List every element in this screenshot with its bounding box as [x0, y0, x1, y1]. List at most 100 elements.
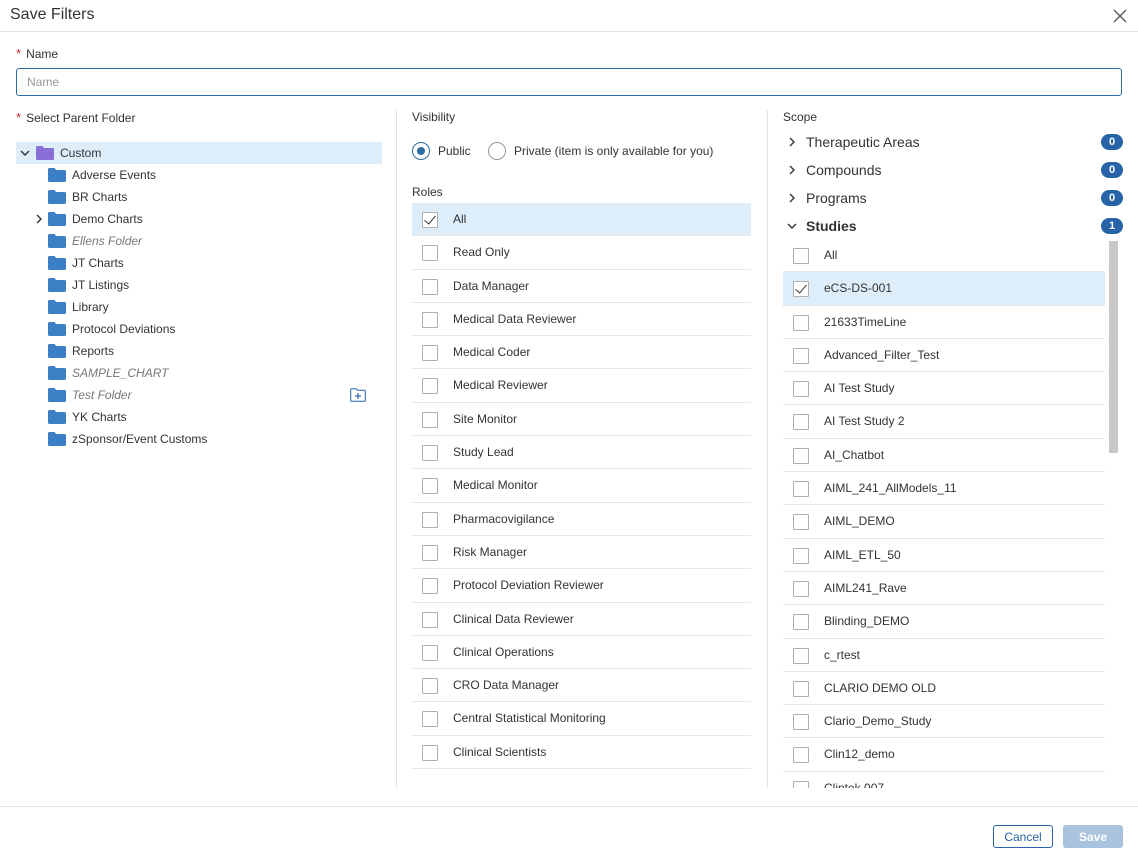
role-checkbox[interactable] — [422, 544, 438, 561]
folder-item[interactable]: BR Charts — [16, 186, 382, 208]
role-checkbox[interactable] — [422, 378, 438, 395]
folder-item[interactable]: Test Folder — [16, 384, 382, 406]
folder-item[interactable]: Protocol Deviations — [16, 318, 382, 340]
studies-scrollbar[interactable] — [1109, 241, 1118, 453]
study-item[interactable]: Advanced_Filter_Test — [783, 339, 1105, 373]
study-checkbox[interactable] — [793, 347, 809, 364]
visibility-public-radio[interactable]: Public — [412, 142, 471, 160]
scope-category-programs[interactable]: Programs 0 — [783, 184, 1123, 212]
folder-item[interactable]: Ellens Folder — [16, 230, 382, 252]
chevron-down-icon[interactable] — [787, 221, 797, 231]
role-item[interactable]: Medical Reviewer — [412, 369, 751, 403]
role-item[interactable]: All — [412, 203, 751, 237]
study-item[interactable]: AIML_ETL_50 — [783, 539, 1105, 572]
role-item[interactable]: CRO Data Manager — [412, 669, 751, 703]
folder-item[interactable]: Reports — [16, 340, 382, 362]
role-checkbox[interactable] — [422, 711, 438, 728]
study-item[interactable]: Clario_Demo_Study — [783, 705, 1105, 739]
study-checkbox[interactable] — [793, 580, 809, 597]
chevron-right-icon[interactable] — [34, 214, 44, 224]
role-item[interactable]: Medical Coder — [412, 336, 751, 370]
study-item[interactable]: CLARIO DEMO OLD — [783, 672, 1105, 706]
study-checkbox[interactable] — [793, 447, 809, 464]
chevron-right-icon[interactable] — [787, 137, 797, 147]
scope-category-studies[interactable]: Studies 1 — [783, 212, 1123, 240]
study-item[interactable]: AI Test Study — [783, 372, 1105, 406]
role-item[interactable]: Read Only — [412, 236, 751, 270]
role-checkbox[interactable] — [422, 478, 438, 495]
study-checkbox[interactable] — [793, 281, 809, 298]
folder-item[interactable]: JT Charts — [16, 252, 382, 274]
role-checkbox[interactable] — [422, 744, 438, 761]
chevron-right-icon[interactable] — [787, 193, 797, 203]
study-item[interactable]: AIML_241_AllModels_11 — [783, 472, 1105, 506]
role-checkbox[interactable] — [422, 578, 438, 595]
role-checkbox[interactable] — [422, 644, 438, 661]
study-checkbox[interactable] — [793, 547, 809, 564]
role-item[interactable]: Medical Data Reviewer — [412, 303, 751, 337]
study-item[interactable]: 21633TimeLine — [783, 306, 1105, 339]
folder-item[interactable]: Custom — [16, 142, 382, 164]
study-checkbox[interactable] — [793, 248, 809, 264]
study-item[interactable]: Blinding_DEMO — [783, 605, 1105, 639]
folder-item[interactable]: Adverse Events — [16, 164, 382, 186]
role-item[interactable]: Clinical Data Reviewer — [412, 603, 751, 636]
study-item[interactable]: All — [783, 239, 1105, 273]
chevron-down-icon[interactable] — [20, 148, 30, 158]
role-item[interactable]: Study Lead — [412, 436, 751, 470]
role-checkbox[interactable] — [422, 445, 438, 462]
visibility-private-radio[interactable]: Private (item is only available for you) — [488, 142, 713, 160]
folder-item[interactable]: zSponsor/Event Customs — [16, 428, 382, 450]
study-item[interactable]: Clintek 007 — [783, 772, 1105, 788]
study-item[interactable]: AI_Chatbot — [783, 439, 1105, 473]
folder-item[interactable]: YK Charts — [16, 406, 382, 428]
study-checkbox[interactable] — [793, 314, 809, 331]
role-item[interactable]: Pharmacovigilance — [412, 503, 751, 536]
study-checkbox[interactable] — [793, 747, 809, 764]
study-checkbox[interactable] — [793, 414, 809, 431]
role-checkbox[interactable] — [422, 345, 438, 362]
save-button[interactable]: Save — [1063, 825, 1123, 848]
folder-item[interactable]: JT Listings — [16, 274, 382, 296]
study-checkbox[interactable] — [793, 780, 809, 788]
role-item[interactable]: Protocol Deviation Reviewer — [412, 569, 751, 603]
role-checkbox[interactable] — [422, 678, 438, 695]
add-folder-icon[interactable] — [350, 388, 366, 402]
scope-category-therapeutic-areas[interactable]: Therapeutic Areas 0 — [783, 128, 1123, 156]
role-checkbox[interactable] — [422, 511, 438, 528]
study-item[interactable]: AI Test Study 2 — [783, 405, 1105, 439]
role-item[interactable]: Clinical Operations — [412, 636, 751, 670]
study-checkbox[interactable] — [793, 514, 809, 531]
study-item[interactable]: Clin12_demo — [783, 738, 1105, 772]
role-item[interactable]: Site Monitor — [412, 403, 751, 437]
study-item[interactable]: AIML241_Rave — [783, 572, 1105, 606]
role-checkbox[interactable] — [422, 411, 438, 428]
role-item[interactable]: Clinical Scientists — [412, 736, 751, 770]
study-checkbox[interactable] — [793, 614, 809, 631]
folder-item[interactable]: SAMPLE_CHART — [16, 362, 382, 384]
study-checkbox[interactable] — [793, 481, 809, 498]
role-item[interactable]: Medical Monitor — [412, 469, 751, 503]
study-checkbox[interactable] — [793, 714, 809, 731]
study-item[interactable]: AIML_DEMO — [783, 505, 1105, 539]
study-checkbox[interactable] — [793, 381, 809, 398]
role-item[interactable]: Central Statistical Monitoring — [412, 702, 751, 736]
role-checkbox[interactable] — [422, 245, 438, 262]
folder-item[interactable]: Library — [16, 296, 382, 318]
role-item[interactable]: Data Manager — [412, 270, 751, 303]
folder-item[interactable]: Demo Charts — [16, 208, 382, 230]
study-checkbox[interactable] — [793, 680, 809, 697]
study-item[interactable]: eCS-DS-001 — [783, 272, 1105, 306]
role-checkbox[interactable] — [422, 611, 438, 628]
role-checkbox[interactable] — [422, 278, 438, 295]
cancel-button[interactable]: Cancel — [993, 825, 1053, 848]
role-checkbox[interactable] — [422, 311, 438, 328]
name-input[interactable] — [16, 68, 1122, 96]
chevron-right-icon[interactable] — [787, 165, 797, 175]
role-item[interactable]: Risk Manager — [412, 536, 751, 570]
scope-category-compounds[interactable]: Compounds 0 — [783, 156, 1123, 184]
study-item[interactable]: c_rtest — [783, 639, 1105, 672]
study-checkbox[interactable] — [793, 647, 809, 664]
close-icon[interactable] — [1112, 8, 1128, 24]
role-checkbox[interactable] — [422, 212, 438, 228]
